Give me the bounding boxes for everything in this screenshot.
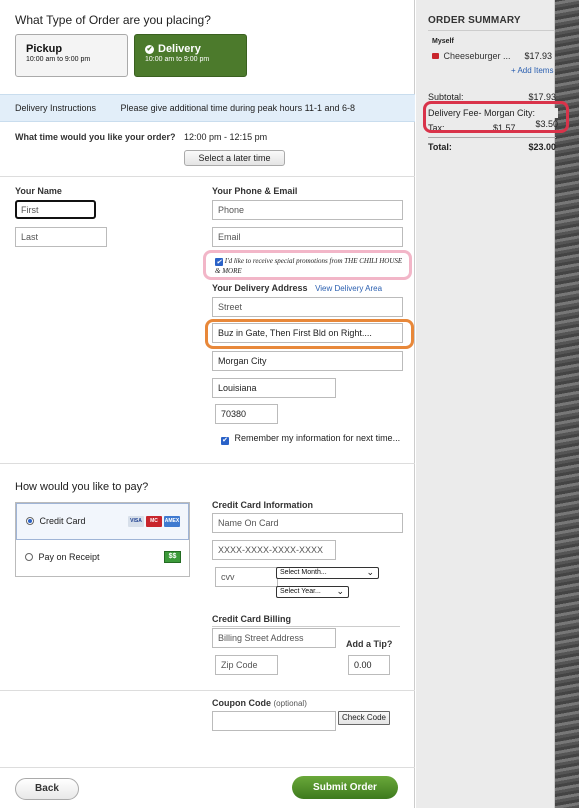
delivery-hours: 10:00 am to 9:00 pm: [145, 56, 210, 63]
remember-row: ✔ Remember my information for next time.…: [221, 433, 400, 445]
check-icon: ✔: [145, 45, 154, 54]
total-label: Total:: [428, 142, 452, 152]
divider: [0, 463, 415, 464]
checkout-form: What Type of Order are you placing? Pick…: [0, 0, 415, 808]
divider: [212, 626, 400, 627]
card-icons: VISA MC AMEX: [126, 514, 180, 527]
promo-row: ✔ I'd like to receive special promotions…: [215, 256, 405, 276]
divider: [0, 767, 415, 768]
divider: [428, 30, 554, 31]
chevron-down-icon: ⌄: [366, 567, 374, 577]
billing-street-input[interactable]: Billing Street Address: [212, 628, 336, 648]
street-input[interactable]: Street: [212, 297, 403, 317]
credit-card-billing-heading: Credit Card Billing: [212, 614, 292, 624]
time-question: What time would you like your order?: [15, 132, 176, 142]
address-line2-input[interactable]: Buz in Gate, Then First Bld on Right....: [212, 323, 403, 343]
tip-label: Add a Tip?: [346, 639, 393, 649]
last-name-input[interactable]: Last: [15, 227, 107, 247]
payment-method-box: Credit Card VISA MC AMEX Pay on Receipt $$: [15, 502, 190, 577]
delivery-button[interactable]: ✔ Delivery 10:00 am to 9:00 pm: [134, 34, 247, 77]
your-name-heading: Your Name: [15, 186, 62, 196]
pickup-label: Pickup: [26, 43, 63, 55]
divider: [0, 176, 415, 177]
total-value: $23.00: [528, 142, 556, 152]
promo-checkbox[interactable]: ✔: [215, 258, 223, 266]
delivery-fee-highlight: [423, 101, 569, 133]
delivery-instructions-text: Please give additional time during peak …: [120, 103, 356, 113]
submit-order-button[interactable]: Submit Order: [292, 776, 398, 799]
state-input[interactable]: Louisiana: [212, 378, 336, 398]
view-delivery-area-link[interactable]: View Delivery Area: [315, 284, 382, 293]
mastercard-icon: MC: [146, 516, 162, 527]
chevron-down-icon: ⌄: [336, 586, 344, 596]
time-value: 12:00 pm - 12:15 pm: [184, 132, 268, 142]
card-number-input[interactable]: XXXX-XXXX-XXXX-XXXX: [212, 540, 336, 560]
pay-on-receipt-option[interactable]: Pay on Receipt $$: [16, 540, 189, 577]
zip-input[interactable]: 70380: [215, 404, 278, 424]
coupon-input[interactable]: [212, 711, 336, 731]
divider: [428, 137, 556, 138]
order-summary-panel: ORDER SUMMARY Myself Cheeseburger ... $1…: [416, 0, 569, 808]
cash-icon: $$: [164, 551, 181, 563]
city-input[interactable]: Morgan City: [212, 351, 403, 371]
email-input[interactable]: Email: [212, 227, 403, 247]
remove-item-icon[interactable]: [432, 53, 439, 59]
payment-question: How would you like to pay?: [15, 481, 149, 493]
delivery-address-heading: Your Delivery Address: [212, 283, 308, 293]
delivery-label: Delivery: [158, 43, 201, 55]
amex-icon: AMEX: [164, 516, 180, 527]
phone-email-heading: Your Phone & Email: [212, 186, 298, 196]
order-summary-title: ORDER SUMMARY: [428, 15, 521, 26]
delivery-instructions-bar: Delivery Instructions Please give additi…: [0, 94, 415, 122]
order-item-price: $17.93: [524, 51, 552, 61]
first-name-input[interactable]: First: [15, 200, 96, 219]
credit-card-label: Credit Card: [39, 516, 86, 526]
pickup-button[interactable]: Pickup 10:00 am to 9:00 pm: [15, 34, 128, 77]
remember-checkbox[interactable]: ✔: [221, 437, 229, 445]
coupon-optional: (optional): [273, 699, 307, 708]
coupon-label: Coupon Code: [212, 698, 271, 708]
tip-input[interactable]: 0.00: [348, 655, 390, 675]
phone-input[interactable]: Phone: [212, 200, 403, 220]
check-code-button[interactable]: Check Code: [338, 711, 390, 725]
address-heading-row: Your Delivery Address View Delivery Area: [212, 283, 382, 293]
name-on-card-input[interactable]: Name On Card: [212, 513, 403, 533]
pickup-hours: 10:00 am to 9:00 pm: [26, 56, 91, 63]
expiry-month-value: Select Month...: [280, 569, 327, 576]
expiry-year-select[interactable]: Select Year... ⌄: [276, 586, 349, 598]
select-later-time-button[interactable]: Select a later time: [184, 150, 285, 166]
cvv-input[interactable]: cvv: [215, 567, 278, 587]
order-person: Myself: [432, 38, 454, 45]
promo-text: I'd like to receive special promotions f…: [215, 257, 403, 275]
time-row: What time would you like your order? 12:…: [15, 132, 267, 142]
order-item[interactable]: Cheeseburger ... $17.93: [432, 51, 552, 61]
remember-text: Remember my information for next time...: [234, 433, 401, 443]
delivery-instructions-label: Delivery Instructions: [15, 103, 97, 113]
back-button[interactable]: Back: [15, 778, 79, 800]
pay-on-receipt-label: Pay on Receipt: [38, 552, 100, 562]
billing-zip-input[interactable]: Zip Code: [215, 655, 278, 675]
coupon-label-row: Coupon Code (optional): [212, 698, 307, 708]
credit-card-info-heading: Credit Card Information: [212, 500, 314, 510]
pay-on-receipt-radio[interactable]: [25, 553, 33, 561]
add-items-link[interactable]: + Add Items: [511, 66, 553, 75]
credit-card-option[interactable]: Credit Card VISA MC AMEX: [16, 503, 189, 540]
total-row: Total: $23.00: [428, 142, 556, 152]
divider: [0, 690, 415, 691]
order-type-question: What Type of Order are you placing?: [15, 13, 211, 27]
expiry-month-select[interactable]: Select Month... ⌄: [276, 567, 379, 579]
credit-card-radio[interactable]: [26, 517, 34, 525]
visa-icon: VISA: [128, 516, 144, 527]
order-item-name: Cheeseburger ...: [443, 51, 511, 61]
expiry-year-value: Select Year...: [280, 588, 321, 595]
